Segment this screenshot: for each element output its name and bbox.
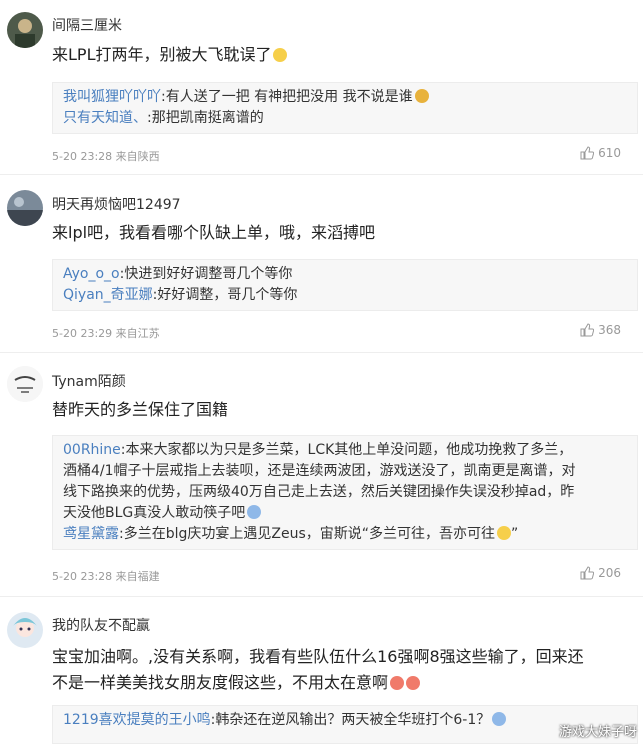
reply-box: Ayo_o_o:快进到好好调整哥几个等你 Qiyan_奇亚娜:好好调整，哥几个等…: [52, 259, 638, 311]
laugh-cry-emoji-icon: [492, 712, 507, 726]
heart-eyes-emoji-icon: [406, 676, 421, 690]
username[interactable]: Tynam陌颜: [52, 371, 126, 391]
reply-username[interactable]: Qiyan_奇亚娜: [63, 287, 153, 303]
reply-box: 我叫狐狸吖吖吖:有人送了一把 有神把把没用 我不说是谁 只有天知道、:那把凯南挺…: [52, 82, 638, 134]
reply: 我叫狐狸吖吖吖:有人送了一把 有神把把没用 我不说是谁: [63, 87, 627, 108]
reply: 00Rhine:本来大家都以为只是多兰菜，LCK其他上单没问题，他成功挽救了多兰…: [63, 442, 576, 521]
username[interactable]: 我的队友不配赢: [52, 615, 150, 635]
reply: Ayo_o_o:快进到好好调整哥几个等你: [63, 266, 293, 282]
reply-username[interactable]: 1219喜欢提莫的王小鸣: [63, 712, 211, 728]
comment-meta: 5-20 23:29 来自江苏: [52, 327, 160, 340]
reply-username[interactable]: 鸢星黛露: [63, 526, 119, 542]
thumbs-up-icon: [580, 323, 595, 337]
like-button[interactable]: 610: [580, 146, 621, 160]
username[interactable]: 明天再烦恼吧12497: [52, 194, 181, 214]
grin-emoji-icon: [414, 89, 429, 103]
reply-username[interactable]: Ayo_o_o: [63, 266, 120, 282]
thumbs-up-icon: [580, 146, 595, 160]
reply: 鸢星黛露:多兰在blg庆功宴上遇见Zeus，宙斯说“多兰可往，吾亦可往”: [63, 526, 519, 542]
avatar[interactable]: [7, 12, 43, 48]
reply-username[interactable]: 只有天知道、: [63, 110, 147, 126]
reply-box: 1219喜欢提莫的王小鸣:韩杂还在逆风输出？两天被全华班打个6-1？: [52, 705, 638, 744]
reply: Qiyan_奇亚娜:好好调整，哥几个等你: [63, 287, 298, 303]
reply-username[interactable]: 我叫狐狸吖吖吖: [63, 89, 161, 105]
reply: 1219喜欢提莫的王小鸣:韩杂还在逆风输出？两天被全华班打个6-1？: [63, 710, 627, 731]
like-button[interactable]: 206: [580, 566, 621, 580]
comment-text: 来LPL打两年，别被大飞耽误了: [52, 45, 288, 65]
avatar[interactable]: [7, 612, 43, 648]
comment-text: 替昨天的多兰保住了国籍: [52, 400, 229, 419]
divider: [0, 352, 643, 353]
divider: [0, 174, 643, 175]
thumbs-up-icon: [580, 566, 595, 580]
emoji-icon: [247, 505, 262, 519]
avatar[interactable]: [7, 366, 43, 402]
cat-emoji-icon: [497, 526, 512, 540]
cat-emoji-icon: [273, 48, 288, 62]
heart-eyes-emoji-icon: [390, 676, 405, 690]
comment-text: 宝宝加油啊。,没有关系啊，我看有些队伍什么16强啊8强这些输了，回来还 不是一样…: [52, 647, 584, 692]
comment-meta: 5-20 23:28 来自陕西: [52, 150, 160, 163]
like-button[interactable]: 368: [580, 323, 621, 337]
reply: 只有天知道、:那把凯南挺离谱的: [63, 110, 264, 126]
watermark: 游戏大妹子呀: [558, 725, 637, 740]
comment-text: 来lpl吧，我看看哪个队缺上单，哦，来滔搏吧: [52, 223, 376, 242]
reply-box: 00Rhine:本来大家都以为只是多兰菜，LCK其他上单没问题，他成功挽救了多兰…: [52, 435, 638, 550]
divider: [0, 596, 643, 597]
username[interactable]: 间隔三厘米: [52, 15, 122, 35]
avatar[interactable]: [7, 190, 43, 226]
comment-meta: 5-20 23:28 来自福建: [52, 570, 160, 583]
reply-username[interactable]: 00Rhine: [63, 442, 121, 458]
